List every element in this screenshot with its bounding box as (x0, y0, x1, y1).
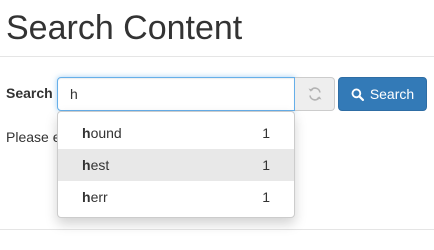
title-divider (0, 56, 434, 57)
suggestion-item[interactable]: herr 1 (58, 181, 294, 213)
search-label: Search (6, 85, 53, 101)
suggestion-count: 1 (262, 189, 270, 205)
reset-button[interactable] (295, 77, 335, 111)
search-icon (351, 88, 364, 101)
help-text: Please e (6, 129, 61, 145)
suggestion-term: hest (82, 157, 110, 173)
suggestion-item[interactable]: hest 1 (58, 149, 294, 181)
search-button[interactable]: Search (338, 77, 427, 111)
page-title: Search Content (6, 9, 243, 47)
suggestion-term: hound (82, 125, 122, 141)
refresh-icon (308, 87, 321, 101)
search-input[interactable] (57, 77, 295, 111)
bottom-divider (0, 229, 434, 230)
suggestion-count: 1 (262, 125, 270, 141)
autocomplete-dropdown: hound 1 hest 1 herr 1 (57, 111, 295, 218)
suggestion-count: 1 (262, 157, 270, 173)
suggestion-item[interactable]: hound 1 (58, 117, 294, 149)
suggestion-term: herr (82, 189, 108, 205)
search-button-label: Search (369, 86, 415, 102)
